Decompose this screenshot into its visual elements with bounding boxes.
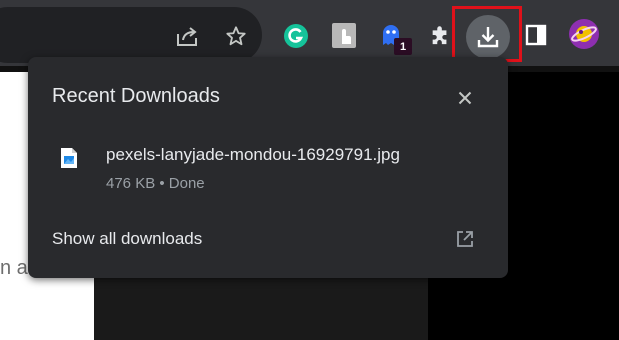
bookmark-star-icon[interactable] [223,23,249,49]
download-file-name: pexels-lanyjade-mondou-16929791.jpg [106,145,400,164]
page-partial-text: n a [0,257,28,279]
grammarly-extension-icon[interactable] [283,23,309,49]
downloads-bubble: Recent Downloads pexels-lanyjade-mondou-… [28,57,508,278]
download-highlight-box [452,6,522,62]
touch-extension-icon[interactable] [331,22,357,49]
profile-avatar[interactable] [568,18,600,50]
show-all-downloads-link[interactable]: Show all downloads [52,229,202,249]
extensions-puzzle-icon[interactable] [428,23,452,47]
side-panel-icon[interactable] [524,23,548,47]
open-in-new-icon[interactable] [456,230,474,253]
ghostery-badge: 1 [394,38,412,55]
image-file-icon [60,147,78,174]
download-item[interactable]: pexels-lanyjade-mondou-16929791.jpg 476 … [28,135,508,197]
download-file-status: 476 KB • Done [106,175,205,192]
close-icon[interactable] [456,89,474,107]
bubble-title: Recent Downloads [52,85,220,107]
share-icon[interactable] [174,24,200,48]
